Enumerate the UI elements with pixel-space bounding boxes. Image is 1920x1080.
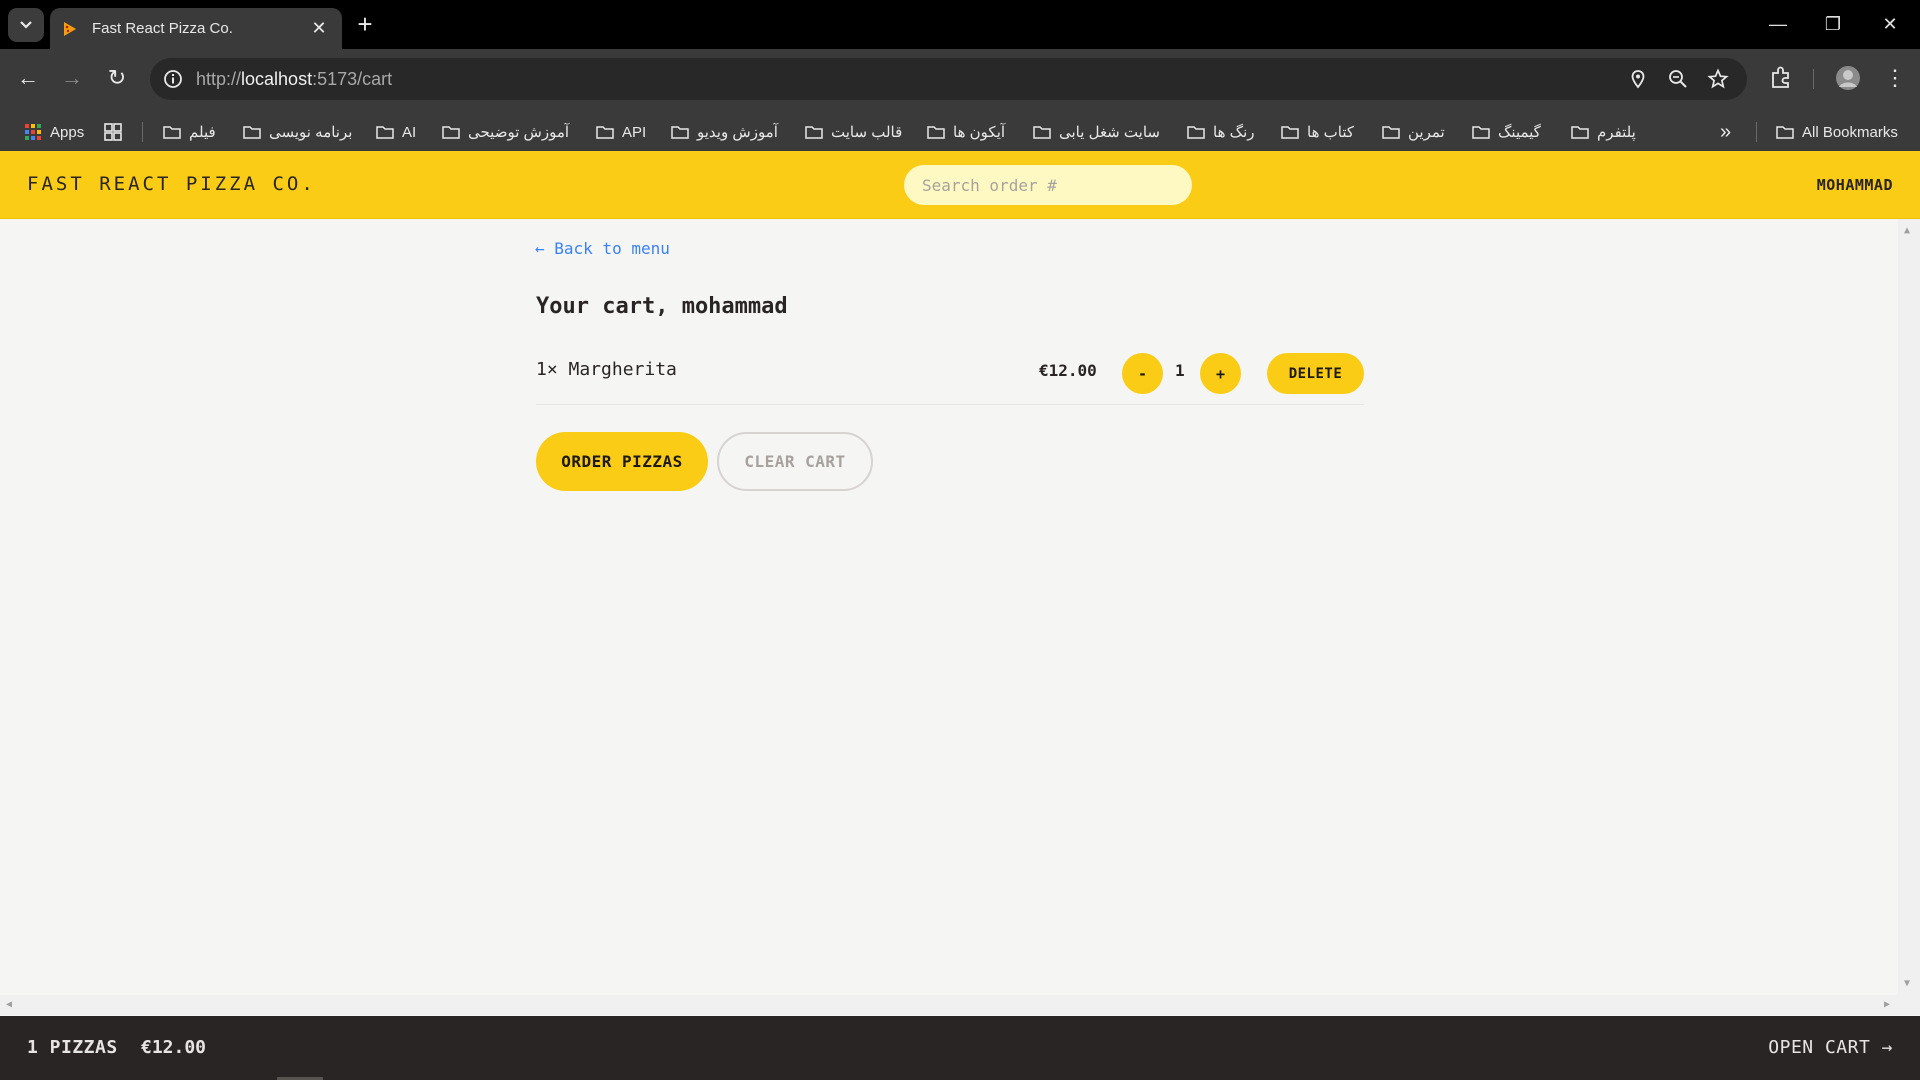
forward-button[interactable]: → <box>57 63 87 93</box>
search-order-input[interactable] <box>904 165 1192 205</box>
tab-title: Fast React Pizza Co. <box>92 20 233 37</box>
zoom-icon[interactable] <box>1667 68 1689 90</box>
tab-close-icon[interactable]: ✕ <box>308 18 330 39</box>
browser-toolbar: ← → ↻ http://localhost:5173/cart ⋮ Apps … <box>0 49 1920 157</box>
site-info-icon[interactable] <box>162 68 184 90</box>
bookmark-folder[interactable]: API <box>596 121 646 143</box>
bookmark-folder[interactable]: کتاب ها <box>1281 121 1354 143</box>
logo[interactable]: FAST REACT PIZZA CO. <box>27 173 316 195</box>
folder-icon <box>1281 126 1299 139</box>
item-name: 1× Margherita <box>536 359 677 380</box>
folder-icon <box>376 126 394 139</box>
folder-icon <box>671 126 689 139</box>
open-cart-link[interactable]: OPEN CART → <box>1768 1037 1893 1058</box>
bookmark-folder[interactable]: قالب سایت <box>805 121 902 143</box>
scroll-down-icon[interactable]: ▼ <box>1904 978 1910 989</box>
back-button[interactable]: ← <box>13 63 43 93</box>
web-page: FAST REACT PIZZA CO. MOHAMMAD ← Back to … <box>0 151 1920 1080</box>
folder-icon <box>1187 126 1205 139</box>
menu-icon[interactable]: ⋮ <box>1880 63 1910 93</box>
bookmark-folder[interactable]: گیمینگ <box>1472 121 1541 143</box>
cart-item: 1× Margherita €12.00 - 1 + DELETE <box>536 353 1364 405</box>
bookmark-folder[interactable]: آموزش توضیحی <box>442 121 569 143</box>
all-bookmarks[interactable]: All Bookmarks <box>1776 121 1898 143</box>
folder-icon <box>927 126 945 139</box>
apps-grid-icon <box>25 124 41 140</box>
page-title: Your cart, mohammad <box>536 294 788 319</box>
pizza-favicon-icon <box>64 21 76 36</box>
reload-button[interactable]: ↻ <box>102 63 132 93</box>
scroll-left-icon[interactable]: ◀ <box>6 999 12 1010</box>
bookmarks-divider <box>1756 122 1757 142</box>
folder-icon <box>442 126 460 139</box>
bookmark-apps-label: Apps <box>50 123 85 141</box>
folder-icon <box>596 126 614 139</box>
folder-icon <box>1776 126 1794 139</box>
bookmarks-overflow-icon[interactable]: » <box>1720 121 1731 143</box>
toolbar-divider <box>1813 69 1814 89</box>
extensions-icon[interactable] <box>1766 63 1796 93</box>
scroll-right-icon[interactable]: ▶ <box>1884 999 1890 1010</box>
bookmark-folder[interactable]: پلتفرم <box>1571 121 1636 143</box>
cart-total: €12.00 <box>141 1037 207 1058</box>
decrease-quantity-button[interactable]: - <box>1122 353 1163 394</box>
minimize-button[interactable]: — <box>1758 10 1798 38</box>
address-bar[interactable]: http://localhost:5173/cart <box>150 58 1747 100</box>
order-pizzas-button[interactable]: ORDER PIZZAS <box>536 432 708 491</box>
folder-icon <box>243 126 261 139</box>
bookmark-folder[interactable]: آموزش ویدیو <box>671 121 778 143</box>
new-tab-button[interactable]: + <box>352 11 378 38</box>
window-close-button[interactable]: ✕ <box>1870 10 1910 38</box>
increase-quantity-button[interactable]: + <box>1200 353 1241 394</box>
folder-icon <box>163 126 181 139</box>
folder-icon <box>1472 126 1490 139</box>
chevron-down-icon <box>20 21 32 29</box>
bookmark-folder[interactable]: برنامه نویسی <box>243 121 352 143</box>
bookmark-folder[interactable]: AI <box>376 121 416 143</box>
browser-tab[interactable]: Fast React Pizza Co. ✕ <box>50 8 342 49</box>
item-price: €12.00 <box>1039 361 1097 380</box>
clear-cart-button[interactable]: CLEAR CART <box>717 432 873 491</box>
vertical-scrollbar[interactable]: ▲ ▼ <box>1898 219 1920 995</box>
scroll-up-icon[interactable]: ▲ <box>1904 225 1910 236</box>
folder-icon <box>1571 126 1589 139</box>
folder-icon <box>805 126 823 139</box>
star-icon[interactable] <box>1707 68 1729 90</box>
bookmark-folder[interactable]: تمرین <box>1382 121 1445 143</box>
bookmark-folder[interactable]: رنگ ها <box>1187 121 1255 143</box>
bookmark-apps[interactable]: Apps <box>24 121 84 143</box>
tab-search-button[interactable] <box>8 8 44 42</box>
tab-groups-icon[interactable] <box>104 123 122 141</box>
bookmarks-divider <box>142 122 143 142</box>
username: MOHAMMAD <box>1816 176 1893 194</box>
folder-icon <box>1033 126 1051 139</box>
item-quantity: 1 <box>1175 361 1185 380</box>
cart-overview-footer: 1 PIZZAS €12.00 OPEN CART → <box>0 1016 1920 1080</box>
pizza-count: 1 PIZZAS <box>27 1037 118 1058</box>
url-text[interactable]: http://localhost:5173/cart <box>196 69 392 90</box>
bookmark-folder[interactable]: آیکون ها <box>927 121 1005 143</box>
bookmark-folder[interactable]: فیلم <box>163 121 216 143</box>
location-icon[interactable] <box>1627 68 1649 90</box>
horizontal-scrollbar[interactable]: ◀ ▶ <box>0 995 1920 1015</box>
site-header: FAST REACT PIZZA CO. MOHAMMAD <box>0 151 1920 219</box>
bookmark-folder[interactable]: سایت شغل یابی <box>1033 121 1160 143</box>
browser-tab-strip: Fast React Pizza Co. ✕ + — ❐ ✕ <box>0 0 1920 49</box>
delete-item-button[interactable]: DELETE <box>1267 353 1364 394</box>
folder-icon <box>1382 126 1400 139</box>
avatar[interactable] <box>1833 63 1863 93</box>
restore-button[interactable]: ❐ <box>1813 10 1853 38</box>
back-to-menu-link[interactable]: ← Back to menu <box>535 239 670 258</box>
bookmarks-bar: Apps فیلم برنامه نویسی AI آموزش توضیحی A… <box>0 111 1920 151</box>
